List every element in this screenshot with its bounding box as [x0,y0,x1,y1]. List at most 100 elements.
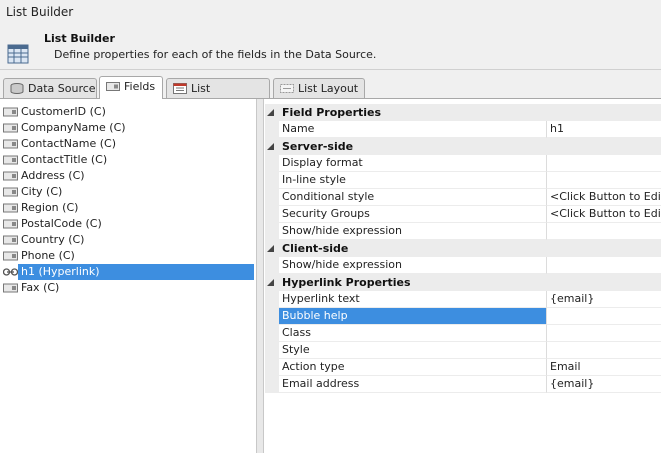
property-row[interactable]: Show/hide expression [265,257,661,274]
field-list-item-label: PostalCode (C) [21,217,102,230]
property-name[interactable]: Show/hide expression [279,223,547,240]
tab-data-source[interactable]: Data Source [3,78,97,98]
property-name[interactable]: Action type [279,359,547,376]
field-icon [3,139,18,149]
tab-fields[interactable]: Fields [99,76,163,99]
field-list-item[interactable]: CompanyName (C) [0,120,256,136]
window-titlebar: List Builder [0,0,661,24]
property-category[interactable]: Field Properties [265,104,661,121]
field-icon [106,82,120,91]
property-value[interactable] [547,155,661,172]
property-value[interactable] [547,325,661,342]
tab-list-properties[interactable]: List Properties [166,78,270,114]
property-row[interactable]: Bubble help [265,308,661,325]
property-name[interactable]: Show/hide expression [279,257,547,274]
property-row[interactable]: Class [265,325,661,342]
property-row[interactable]: Action type Email [265,359,661,376]
property-gutter [265,206,279,223]
field-list-item-label: h1 (Hyperlink) [18,264,254,280]
property-name[interactable]: Display format [279,155,547,172]
collapse-triangle-icon[interactable] [267,143,274,150]
tab-label: List Layout [298,82,359,95]
field-list-item-label: Phone (C) [21,249,75,262]
property-value[interactable]: {email} [547,376,661,393]
property-gutter [265,223,279,240]
property-row[interactable]: Email address {email} [265,376,661,393]
properties-icon [173,83,187,94]
property-category-label: Client-side [282,242,349,255]
header-subtitle: Define properties for each of the fields… [54,48,377,61]
field-list-item[interactable]: PostalCode (C) [0,216,256,232]
field-icon [3,219,18,229]
property-category-label: Hyperlink Properties [282,276,411,289]
fields-list[interactable]: CustomerID (C) CompanyName (C) ContactNa… [0,99,257,453]
property-value[interactable] [547,342,661,359]
property-gutter [265,155,279,172]
property-row[interactable]: Style [265,342,661,359]
field-icon [3,187,18,197]
property-row[interactable]: Show/hide expression [265,223,661,240]
property-value[interactable]: h1 [547,121,661,138]
property-row[interactable]: Name h1 [265,121,661,138]
property-value[interactable]: {email} [547,291,661,308]
property-value[interactable] [547,223,661,240]
property-gutter [265,376,279,393]
field-icon [3,123,18,133]
field-list-item[interactable]: City (C) [0,184,256,200]
property-category[interactable]: Hyperlink Properties [265,274,661,291]
property-name[interactable]: Email address [279,376,547,393]
property-row[interactable]: Hyperlink text {email} [265,291,661,308]
field-list-item-label: CompanyName (C) [21,121,126,134]
field-icon [3,155,18,165]
property-value[interactable] [547,308,661,325]
field-list-item-label: Fax (C) [21,281,60,294]
property-category[interactable]: Server-side [265,138,661,155]
property-name[interactable]: Style [279,342,547,359]
field-list-item-label: CustomerID (C) [21,105,106,118]
property-name[interactable]: In-line style [279,172,547,189]
property-row[interactable]: In-line style [265,172,661,189]
collapse-triangle-icon[interactable] [267,109,274,116]
layout-icon [280,84,294,93]
property-category-label: Server-side [282,140,354,153]
property-value[interactable] [547,257,661,274]
collapse-triangle-icon[interactable] [267,279,274,286]
field-list-item-label: City (C) [21,185,63,198]
tab-list-layout[interactable]: List Layout [273,78,365,98]
property-gutter [265,189,279,206]
property-category[interactable]: Client-side [265,240,661,257]
property-row[interactable]: Conditional style<Click Button to Edit> [265,189,661,206]
property-value[interactable]: <Click Button to Edit> [547,189,661,206]
field-list-item[interactable]: h1 (Hyperlink) [0,264,256,280]
property-name[interactable]: Class [279,325,547,342]
header-panel: List Builder Define properties for each … [0,24,661,70]
property-name[interactable]: Hyperlink text [279,291,547,308]
field-icon [3,203,18,213]
property-row[interactable]: Display format [265,155,661,172]
property-value[interactable]: <Click Button to Edit> [547,206,661,223]
property-gutter [265,325,279,342]
field-list-item[interactable]: ContactName (C) [0,136,256,152]
field-list-item[interactable]: ContactTitle (C) [0,152,256,168]
property-name[interactable]: Security Groups [279,206,547,223]
property-name[interactable]: Name [279,121,547,138]
field-list-item[interactable]: Fax (C) [0,280,256,296]
tab-strip: Data Source Fields List Properties List … [0,76,661,114]
pane-splitter[interactable] [257,99,264,453]
field-list-item-label: Region (C) [21,201,79,214]
property-category-label: Field Properties [282,106,382,119]
field-list-item[interactable]: Phone (C) [0,248,256,264]
property-value[interactable]: Email [547,359,661,376]
hyperlink-icon [3,268,18,276]
property-name[interactable]: Conditional style [279,189,547,206]
property-name[interactable]: Bubble help [279,308,547,325]
property-value[interactable] [547,172,661,189]
field-icon [3,251,18,261]
collapse-triangle-icon[interactable] [267,245,274,252]
field-list-item[interactable]: CustomerID (C) [0,104,256,120]
property-row[interactable]: Security Groups<Click Button to Edit> [265,206,661,223]
field-list-item[interactable]: Address (C) [0,168,256,184]
field-list-item[interactable]: Region (C) [0,200,256,216]
field-list-item[interactable]: Country (C) [0,232,256,248]
database-icon [10,83,24,94]
